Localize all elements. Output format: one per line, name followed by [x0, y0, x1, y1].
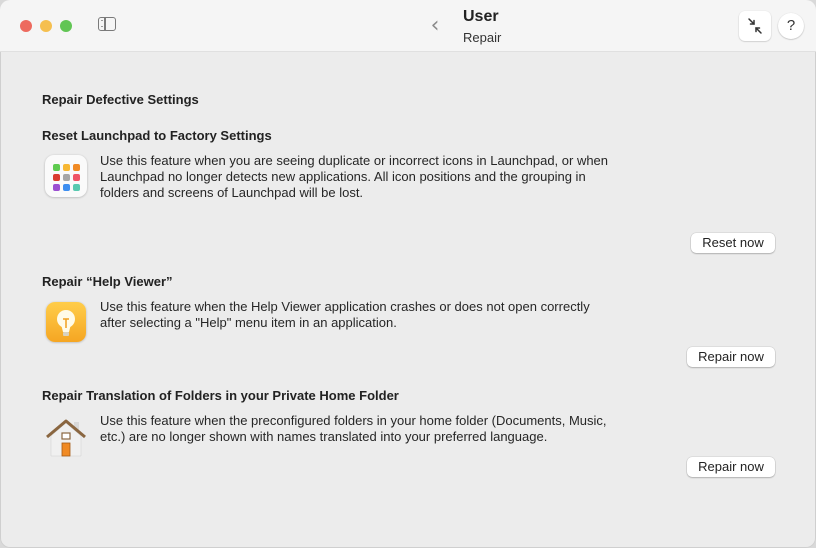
help-viewer-icon — [46, 302, 86, 342]
launchpad-tile — [53, 184, 60, 191]
section-title-launchpad: Reset Launchpad to Factory Settings — [42, 128, 272, 143]
repair-help-viewer-button[interactable]: Repair now — [687, 347, 775, 367]
reset-launchpad-button[interactable]: Reset now — [691, 233, 775, 253]
repair-home-folder-button[interactable]: Repair now — [687, 457, 775, 477]
page-heading: Repair Defective Settings — [42, 92, 199, 107]
collapse-button[interactable] — [739, 11, 771, 41]
titlebar: ‹ User Repair ? — [0, 0, 816, 52]
launchpad-tile — [53, 164, 60, 171]
back-button[interactable]: ‹ — [426, 14, 444, 38]
collapse-arrows-icon — [748, 18, 762, 34]
launchpad-tile — [63, 174, 70, 181]
chevron-left-icon: ‹ — [430, 13, 440, 38]
lightbulb-icon — [57, 310, 75, 336]
home-folder-icon — [44, 416, 86, 458]
help-button[interactable]: ? — [778, 13, 804, 39]
section-description-home-folder: Use this feature when the preconfigured … — [100, 413, 607, 444]
section-title-help-viewer: Repair “Help Viewer” — [42, 274, 173, 289]
launchpad-tile — [73, 164, 80, 171]
section-description-help-viewer: Use this feature when the Help Viewer ap… — [100, 299, 590, 330]
launchpad-tile — [53, 174, 60, 181]
launchpad-tile — [63, 164, 70, 171]
window: ‹ User Repair ? Repair Defective Setting… — [0, 0, 816, 548]
launchpad-tile — [73, 184, 80, 191]
launchpad-tile — [73, 174, 80, 181]
window-subtitle: Repair — [463, 30, 502, 45]
house-icon — [46, 419, 86, 457]
sidebar-toggle-icon[interactable] — [98, 17, 116, 31]
launchpad-icon — [45, 155, 87, 197]
content-area: Repair Defective Settings Reset Launchpa… — [0, 52, 816, 548]
launchpad-tile — [63, 184, 70, 191]
section-description-launchpad: Use this feature when you are seeing dup… — [100, 153, 609, 200]
section-title-home-folder: Repair Translation of Folders in your Pr… — [42, 388, 399, 403]
window-title: User — [463, 8, 499, 25]
close-button[interactable] — [20, 20, 32, 32]
maximize-button[interactable] — [60, 20, 72, 32]
minimize-button[interactable] — [40, 20, 52, 32]
